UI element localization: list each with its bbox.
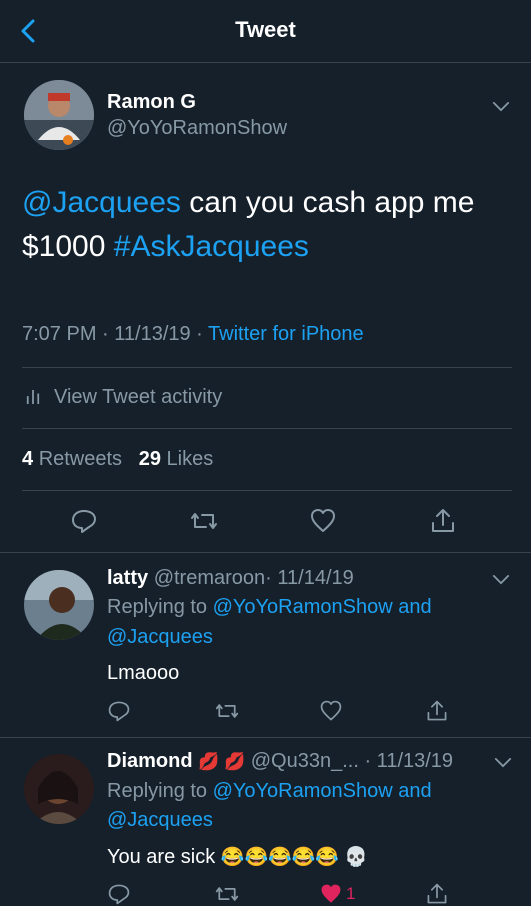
name-emoji: 💋 💋: [198, 752, 246, 771]
view-tweet-activity-row[interactable]: View Tweet activity: [22, 380, 512, 416]
reply-author-name[interactable]: latty: [107, 567, 148, 589]
tweet-meta: 7:07 PM · 11/13/19 · Twitter for iPhone: [22, 323, 364, 346]
like-count: 29: [138, 448, 161, 470]
mention-link[interactable]: @Jacquees: [22, 186, 181, 219]
reply-icon[interactable]: [107, 699, 131, 723]
divider: [22, 490, 512, 491]
replying-to-line-1: Replying to @YoYoRamonShow and: [107, 596, 432, 619]
reply-header: Diamond 💋 💋 @Qu33n_... · 11/13/19: [107, 750, 453, 773]
replying-to-user-link[interactable]: @YoYoRamonShow: [213, 596, 393, 618]
retweet-count: 4: [22, 448, 34, 470]
retweet-icon[interactable]: [190, 507, 218, 535]
reply-icon[interactable]: [107, 882, 131, 906]
like-heart-icon[interactable]: [319, 699, 343, 723]
replying-to-line-1: Replying to @YoYoRamonShow and: [107, 780, 432, 803]
reply-emojis: 😂😂😂😂😂 💀: [220, 847, 369, 868]
avatar[interactable]: [24, 80, 94, 150]
replying-and[interactable]: and: [393, 596, 431, 618]
avatar[interactable]: [24, 754, 94, 824]
retweets-label: Retweets: [38, 448, 123, 470]
share-icon[interactable]: [429, 507, 457, 535]
top-nav-bar: Tweet: [0, 0, 531, 63]
retweets-stat[interactable]: 4 Retweets: [22, 448, 122, 470]
reply-text-line: You are sick 😂😂😂😂😂 💀: [107, 845, 368, 869]
replying-to-user-link[interactable]: @YoYoRamonShow: [213, 780, 393, 802]
share-icon[interactable]: [425, 699, 449, 723]
author-display-name[interactable]: Ramon G: [107, 91, 196, 114]
engagement-counts: 4 Retweets 29 Likes: [22, 448, 213, 471]
divider: [0, 552, 531, 553]
divider: [22, 428, 512, 429]
chevron-down-icon[interactable]: [492, 574, 510, 585]
view-activity-label: View Tweet activity: [54, 386, 223, 408]
reply-header: latty @tremaroon· 11/14/19: [107, 567, 354, 590]
reply-author-handle[interactable]: @tremaroon: [154, 567, 265, 589]
share-icon[interactable]: [425, 882, 449, 906]
tweet-text: can you cash app me: [180, 186, 475, 219]
avatar[interactable]: [24, 570, 94, 640]
chevron-down-icon[interactable]: [492, 101, 510, 112]
tweet-timestamp: 7:07 PM · 11/13/19 ·: [22, 323, 209, 345]
tweet-source-link[interactable]: Twitter for iPhone: [208, 323, 364, 345]
replying-to-label: Replying to: [107, 596, 213, 618]
replying-to-label: Replying to: [107, 780, 213, 802]
likes-stat[interactable]: 29 Likes: [139, 448, 214, 470]
tweet-text-line-2: $1000 #AskJacquees: [22, 230, 309, 264]
liked-heart-icon[interactable]: [319, 882, 343, 906]
reply-author-handle[interactable]: @Qu33n_...: [251, 750, 359, 772]
reply-author-name[interactable]: Diamond: [107, 750, 193, 772]
author-handle[interactable]: @YoYoRamonShow: [107, 117, 287, 140]
chevron-down-icon[interactable]: [494, 757, 512, 768]
reply-text: Lmaooo: [107, 662, 180, 684]
page-title: Tweet: [235, 17, 296, 42]
retweet-icon[interactable]: [215, 699, 239, 723]
like-heart-icon[interactable]: [309, 507, 337, 535]
bar-chart-icon: [26, 390, 40, 404]
tweet-amount: $1000: [22, 230, 106, 263]
reply-date: · 11/14/19: [265, 567, 354, 589]
replying-to-user-link[interactable]: @Jacquees: [107, 626, 213, 649]
tweet-text-line-1: @Jacquees can you cash app me: [22, 186, 474, 220]
hashtag-link[interactable]: #AskJacquees: [114, 230, 309, 263]
divider: [0, 737, 531, 738]
retweet-icon[interactable]: [215, 882, 239, 906]
reply-date: · 11/13/19: [364, 750, 454, 772]
divider: [22, 367, 512, 368]
replying-to-user-link[interactable]: @Jacquees: [107, 809, 213, 832]
reply-text: You are sick: [107, 846, 216, 868]
reply-icon[interactable]: [70, 507, 98, 535]
likes-label: Likes: [166, 448, 214, 470]
reply-like-count: 1: [346, 884, 356, 903]
replying-and[interactable]: and: [393, 780, 431, 802]
